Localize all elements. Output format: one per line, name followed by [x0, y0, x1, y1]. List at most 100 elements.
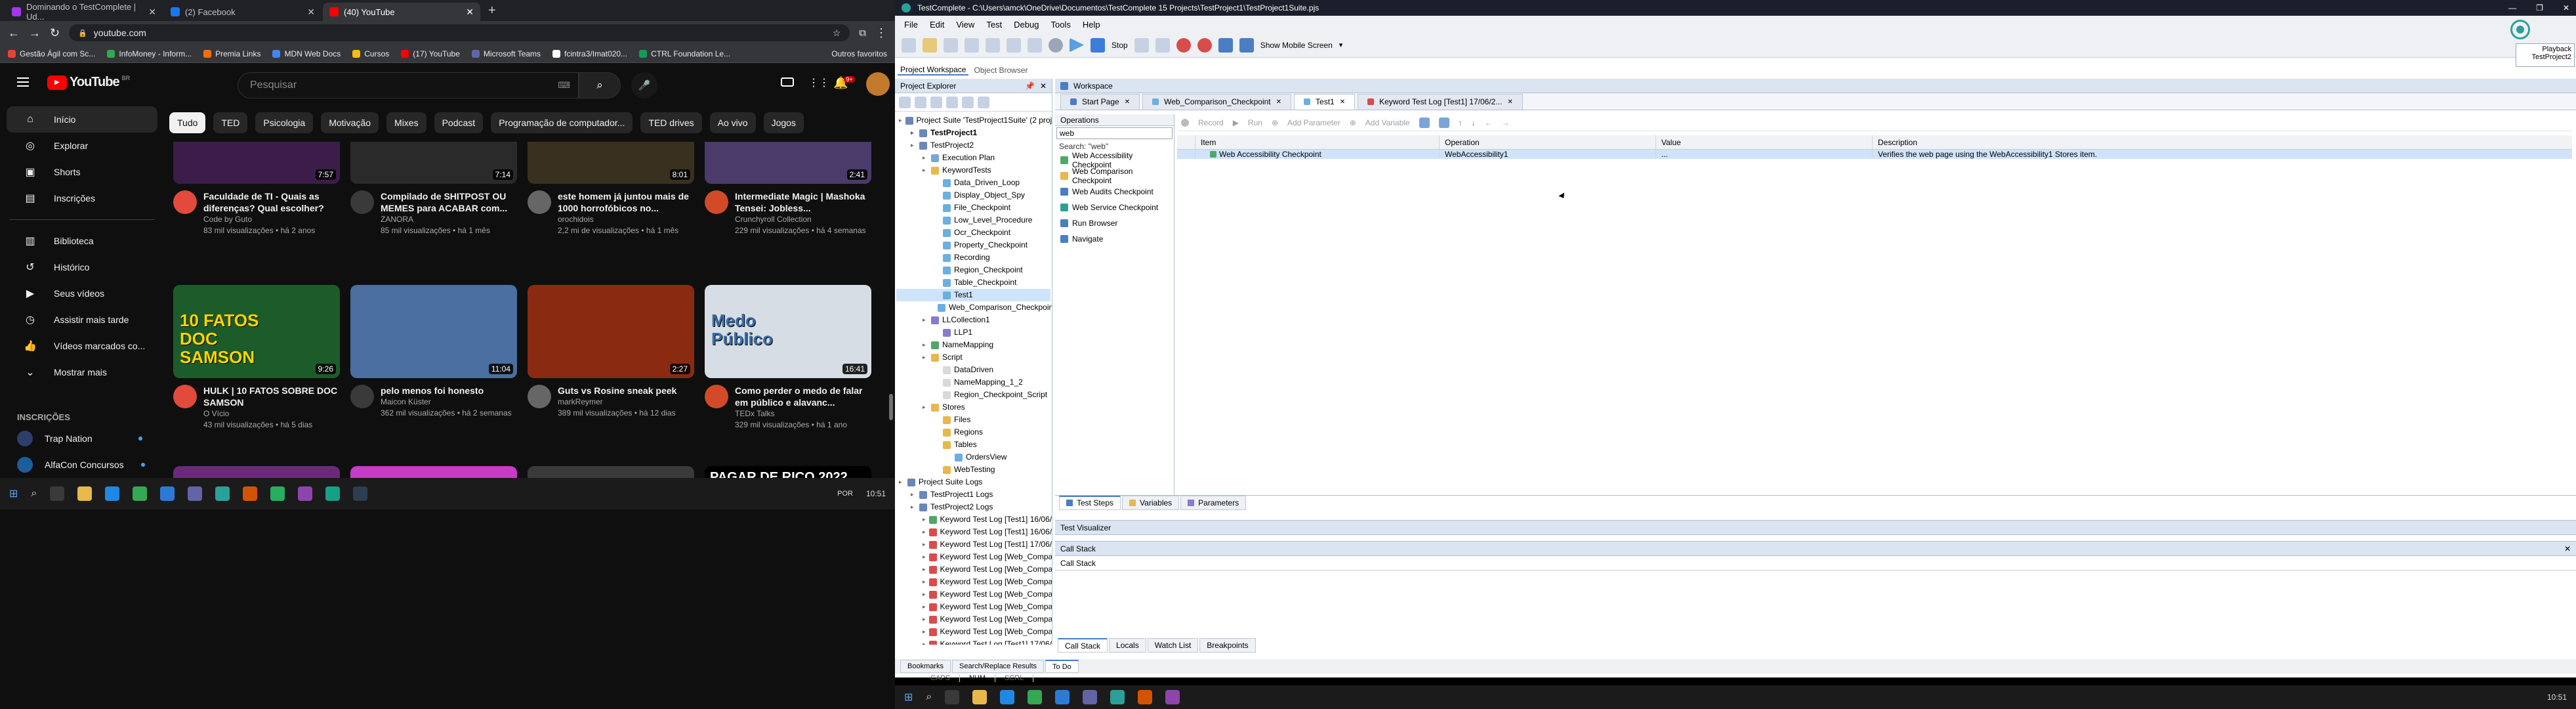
video-thumbnail[interactable]: 8:01 — [528, 142, 694, 184]
notification-bell-icon[interactable]: 🔔 9+ — [833, 75, 855, 90]
video-title[interactable]: Como perder o medo de falar em público e… — [735, 385, 871, 408]
app-icon[interactable] — [298, 486, 313, 501]
tree-node[interactable]: Test1 — [896, 289, 1050, 301]
browser-tab-udemy[interactable]: Dominando o TestComplete | Ud... ✕ — [5, 2, 163, 22]
bookmark-item[interactable]: Gestão Ágil com Sc... — [8, 49, 95, 58]
tree-node[interactable]: ▸ Keyword Test Log [Test1] 17/06/... — [896, 638, 1052, 645]
tree-node[interactable]: ▸ Keyword Test Log [Web_Compa... — [896, 588, 1052, 601]
debug-tab[interactable]: Call Stack — [1058, 638, 1108, 653]
tree-node[interactable]: File_Checkpoint — [896, 202, 1050, 214]
kt-run[interactable]: Run — [1248, 118, 1262, 127]
pin-icon[interactable]: 📌 — [1025, 81, 1035, 91]
debug-tab[interactable]: Locals — [1109, 638, 1146, 653]
sidebar-item[interactable]: ⌄ Mostrar mais — [7, 359, 157, 385]
avatar[interactable] — [866, 72, 890, 96]
status-tab[interactable]: Bookmarks — [900, 660, 951, 673]
tree-node[interactable]: ▸ Project Suite Logs — [896, 476, 1050, 488]
subscription-alfacon[interactable]: AlfaCon Concursos — [17, 457, 145, 473]
expand-icon[interactable]: ▸ — [923, 638, 926, 645]
search-button[interactable]: ⌕ — [579, 72, 621, 98]
video-title[interactable]: HULK | 10 FATOS SOBRE DOC SAMSON — [203, 385, 340, 408]
channel-avatar[interactable] — [350, 190, 374, 214]
expand-icon[interactable]: ▸ — [923, 626, 926, 638]
app-icon[interactable] — [1165, 690, 1180, 704]
tree-node[interactable]: Regions — [896, 426, 1050, 439]
expand-icon[interactable]: ▸ — [899, 114, 902, 127]
move-down-icon[interactable]: ↓ — [1472, 118, 1476, 127]
save-icon[interactable] — [944, 37, 958, 53]
channel-name[interactable]: Code by Guto — [203, 214, 340, 225]
open-icon[interactable] — [923, 37, 937, 53]
video-card[interactable]: 11:04 pelo menos foi honesto Maicon Küster… — [350, 285, 517, 419]
bookmark-item[interactable]: InfoMoney - Inform... — [107, 49, 192, 58]
tree-node[interactable]: Ocr_Checkpoint — [896, 226, 1050, 239]
indent-icon[interactable] — [1419, 117, 1430, 128]
menu-view[interactable]: View — [956, 20, 974, 30]
sidebar-item[interactable]: ↺ Histórico — [7, 254, 157, 280]
tree-node[interactable]: ▸ TestProject1 — [896, 127, 1050, 139]
move-up-icon[interactable]: ↑ — [1459, 118, 1463, 127]
kt-add-variable[interactable]: Add Variable — [1365, 118, 1410, 127]
tree-node[interactable]: Display_Object_Spy — [896, 189, 1050, 202]
debug-tab[interactable]: Breakpoints — [1199, 638, 1256, 653]
expand-icon[interactable]: ▸ — [923, 351, 928, 364]
add-folder-icon[interactable] — [915, 96, 926, 108]
video-title[interactable]: Faculdade de TI - Quais as diferenças? Q… — [203, 190, 340, 214]
menu-debug[interactable]: Debug — [1014, 20, 1039, 30]
maximize-icon[interactable]: ❐ — [2536, 3, 2543, 12]
expand-icon[interactable]: ▸ — [923, 563, 926, 576]
row-operation[interactable]: WebAccessibility1 — [1440, 150, 1656, 159]
extensions-icon[interactable]: ⧉ — [859, 28, 866, 39]
filter-chip[interactable]: Mixes — [386, 112, 426, 133]
channel-avatar[interactable] — [528, 385, 551, 408]
checkpoint-icon[interactable] — [1218, 37, 1233, 53]
subscription-trap-nation[interactable]: Trap Nation — [17, 431, 142, 446]
menu-tools[interactable]: Tools — [1050, 20, 1070, 30]
properties-icon[interactable] — [962, 96, 974, 108]
reload-icon[interactable]: ↻ — [50, 26, 60, 40]
document-tab[interactable]: Test1 ✕ — [1294, 93, 1356, 110]
visualizer-header[interactable]: Test Visualizer — [1055, 521, 2576, 535]
bookmark-item[interactable]: Premia Links — [203, 49, 260, 58]
expand-icon[interactable]: ▸ — [923, 576, 926, 588]
video-card[interactable]: 8:01 este homem já juntou mais de 1000 ho… — [528, 142, 694, 236]
app-icon[interactable] — [243, 486, 258, 501]
chrome-icon[interactable] — [1028, 690, 1043, 704]
create-video-icon[interactable] — [781, 77, 794, 87]
mobile-icon[interactable] — [1239, 37, 1254, 53]
grid-col-description[interactable]: Description — [1873, 135, 2572, 149]
video-thumbnail[interactable]: 2:27 — [528, 285, 694, 378]
taskview-icon[interactable] — [945, 690, 960, 704]
close-icon[interactable]: ✕ — [1125, 98, 1130, 106]
video-thumbnail[interactable]: 2:41 — [705, 142, 871, 184]
sidebar-item[interactable]: ▣ Shorts — [7, 159, 157, 185]
menu-help[interactable]: Help — [1083, 20, 1100, 30]
sidebar-item[interactable]: ⌂ Início — [7, 106, 157, 133]
close-icon[interactable]: ✕ — [2563, 3, 2569, 12]
video-title[interactable]: pelo menos foi honesto — [381, 385, 512, 397]
tree-node[interactable]: ▸ Keyword Test Log [Web_Compa... — [896, 613, 1052, 626]
tab-test-steps[interactable]: Test Steps — [1059, 495, 1121, 510]
testcomplete-icon[interactable] — [1110, 690, 1125, 704]
channel-name[interactable]: ZANORA — [381, 214, 517, 225]
document-tab[interactable]: Keyword Test Log [Test1] 17/06/2... ✕ — [1358, 93, 1523, 110]
close-icon[interactable]: ✕ — [1507, 98, 1512, 106]
tree-node[interactable]: LLP1 — [896, 326, 1050, 339]
filter-chip[interactable]: TED — [213, 112, 248, 133]
expand-icon[interactable]: ▸ — [923, 538, 926, 551]
expand-icon[interactable]: ▸ — [923, 401, 928, 414]
playback-indicator[interactable] — [2510, 20, 2530, 39]
channel-avatar[interactable] — [350, 385, 374, 408]
add-variable-icon[interactable]: ⊕ — [1350, 118, 1356, 127]
tree-node[interactable]: ▸ Execution Plan — [896, 152, 1050, 164]
channel-avatar[interactable] — [705, 190, 728, 214]
tree-node[interactable]: ▸ Script — [896, 351, 1050, 364]
channel-avatar[interactable] — [173, 385, 197, 408]
explorer-icon[interactable] — [77, 486, 93, 501]
filter-chip[interactable]: Podcast — [434, 112, 484, 133]
stop-label[interactable]: Stop — [1111, 41, 1128, 50]
menu-edit[interactable]: Edit — [930, 20, 944, 30]
browser-tab-facebook[interactable]: (2) Facebook ✕ — [164, 3, 322, 21]
channel-name[interactable]: orochidois — [558, 214, 694, 225]
omnibox[interactable]: 🔒 youtube.com ☆ — [69, 24, 850, 41]
